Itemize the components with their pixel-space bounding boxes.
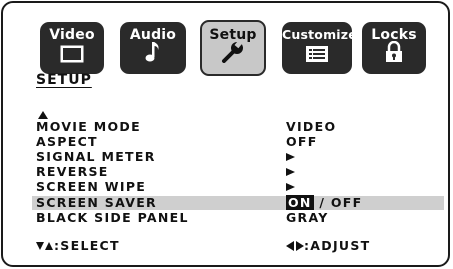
left-right-arrows-icon [286,241,304,251]
setting-name: ASPECT [36,134,98,149]
setting-row-screen-saver[interactable]: SCREEN SAVER ON / OFF [32,195,444,210]
setting-row-movie-mode[interactable]: MOVIE MODE VIDEO [32,119,444,134]
list-icon [305,45,329,67]
page-title: SETUP [36,72,92,88]
setting-value[interactable]: ON / OFF [286,195,362,210]
tab-audio[interactable]: Audio [120,22,186,74]
tab-setup[interactable]: Setup [200,20,266,76]
footer-adjust-hint: :ADJUST [286,238,370,253]
right-arrow-icon [286,179,295,194]
tab-video-label: Video [49,27,95,43]
footer-adjust-label: :ADJUST [304,238,371,253]
setting-value: OFF [286,134,318,149]
padlock-icon [384,40,404,67]
setting-row-reverse[interactable]: REVERSE [32,164,444,179]
footer-select-label: :SELECT [54,238,120,253]
setting-name: BLACK SIDE PANEL [36,210,189,225]
option-on-selected: ON [286,195,314,210]
setting-name: SCREEN SAVER [36,195,157,210]
tab-customize-label: Customize [282,27,357,42]
setting-name: MOVIE MODE [36,119,141,134]
setting-name: SIGNAL METER [36,149,156,164]
setting-name: SCREEN WIPE [36,179,147,194]
wrench-icon [221,40,245,67]
setting-row-signal-meter[interactable]: SIGNAL METER [32,149,444,164]
tab-locks[interactable]: Locks [362,22,426,74]
tab-video[interactable]: Video [40,22,104,74]
setting-row-black-side-panel[interactable]: BLACK SIDE PANEL GRAY [32,210,444,225]
tab-customize[interactable]: Customize [282,22,357,74]
right-arrow-icon [286,164,295,179]
setting-row-screen-wipe[interactable]: SCREEN WIPE [32,179,444,194]
footer-select-hint: :SELECT [36,238,120,253]
option-off: / OFF [319,195,363,210]
setting-row-aspect[interactable]: ASPECT OFF [32,134,444,149]
setting-name: REVERSE [36,164,109,179]
music-note-icon [144,41,162,67]
setting-value: GRAY [286,210,329,225]
video-screen-icon [60,45,84,67]
setting-value: VIDEO [286,119,337,134]
right-arrow-icon [286,149,295,164]
up-down-arrows-icon [36,242,53,250]
